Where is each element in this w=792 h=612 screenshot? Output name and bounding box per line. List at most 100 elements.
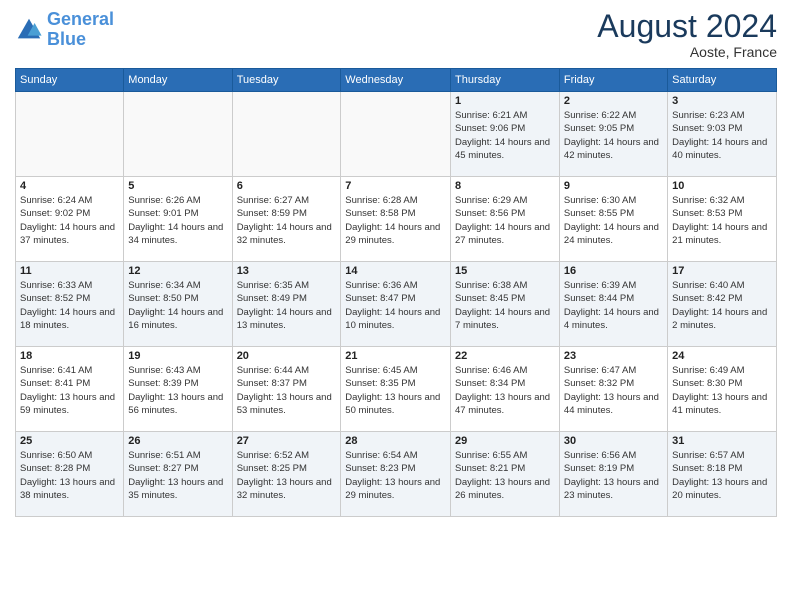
- day-number: 12: [128, 265, 227, 277]
- day-info: Sunrise: 6:29 AM Sunset: 8:56 PM Dayligh…: [455, 194, 555, 247]
- col-monday: Monday: [124, 69, 232, 92]
- title-area: August 2024 Aoste, France: [597, 10, 777, 60]
- page: General Blue August 2024 Aoste, France S…: [0, 0, 792, 527]
- day-number: 5: [128, 180, 227, 192]
- day-cell: 6 Sunrise: 6:27 AM Sunset: 8:59 PM Daylig…: [232, 177, 341, 262]
- day-cell: 31 Sunrise: 6:57 AM Sunset: 8:18 PM Dayli…: [668, 432, 777, 517]
- day-cell: 20 Sunrise: 6:44 AM Sunset: 8:37 PM Dayli…: [232, 347, 341, 432]
- day-cell: [16, 92, 124, 177]
- logo-blue: Blue: [47, 29, 86, 49]
- logo-icon: [15, 16, 43, 44]
- day-cell: [232, 92, 341, 177]
- day-cell: 9 Sunrise: 6:30 AM Sunset: 8:55 PM Daylig…: [559, 177, 667, 262]
- day-info: Sunrise: 6:34 AM Sunset: 8:50 PM Dayligh…: [128, 279, 227, 332]
- day-info: Sunrise: 6:23 AM Sunset: 9:03 PM Dayligh…: [672, 109, 772, 162]
- logo-general: General: [47, 9, 114, 29]
- day-number: 3: [672, 95, 772, 107]
- day-cell: 27Sunrise: 6:52 AM Sunset: 8:25 PM Dayli…: [232, 432, 341, 517]
- header: General Blue August 2024 Aoste, France: [15, 10, 777, 60]
- day-number: 14: [345, 265, 446, 277]
- day-info: Sunrise: 6:22 AM Sunset: 9:05 PM Dayligh…: [564, 109, 663, 162]
- day-number: 10: [672, 180, 772, 192]
- week-row-5: 25 Sunrise: 6:50 AM Sunset: 8:28 PM Dayli…: [16, 432, 777, 517]
- day-cell: [341, 92, 451, 177]
- day-cell: 21Sunrise: 6:45 AM Sunset: 8:35 PM Dayli…: [341, 347, 451, 432]
- day-info: Sunrise: 6:51 AM Sunset: 8:27 PM Dayligh…: [128, 449, 227, 502]
- col-friday: Friday: [559, 69, 667, 92]
- day-number: 18: [20, 350, 119, 362]
- day-number: 11: [20, 265, 119, 277]
- logo: General Blue: [15, 10, 114, 50]
- day-number: 30: [564, 435, 663, 447]
- day-cell: 10 Sunrise: 6:32 AM Sunset: 8:53 PM Dayli…: [668, 177, 777, 262]
- week-row-2: 4 Sunrise: 6:24 AM Sunset: 9:02 PM Daylig…: [16, 177, 777, 262]
- day-cell: 26 Sunrise: 6:51 AM Sunset: 8:27 PM Dayli…: [124, 432, 232, 517]
- day-number: 15: [455, 265, 555, 277]
- col-wednesday: Wednesday: [341, 69, 451, 92]
- day-cell: 1 Sunrise: 6:21 AM Sunset: 9:06 PM Daylig…: [451, 92, 560, 177]
- day-number: 31: [672, 435, 772, 447]
- day-cell: 4 Sunrise: 6:24 AM Sunset: 9:02 PM Daylig…: [16, 177, 124, 262]
- day-cell: 14 Sunrise: 6:36 AM Sunset: 8:47 PM Dayli…: [341, 262, 451, 347]
- day-number: 23: [564, 350, 663, 362]
- day-cell: 25 Sunrise: 6:50 AM Sunset: 8:28 PM Dayli…: [16, 432, 124, 517]
- day-info: Sunrise: 6:35 AM Sunset: 8:49 PM Dayligh…: [237, 279, 337, 332]
- day-cell: 3 Sunrise: 6:23 AM Sunset: 9:03 PM Daylig…: [668, 92, 777, 177]
- day-info: Sunrise: 6:52 AM Sunset: 8:25 PM Dayligh…: [237, 449, 337, 502]
- day-info: Sunrise: 6:43 AM Sunset: 8:39 PM Dayligh…: [128, 364, 227, 417]
- day-number: 24: [672, 350, 772, 362]
- day-number: 22: [455, 350, 555, 362]
- day-cell: 2Sunrise: 6:22 AM Sunset: 9:05 PM Daylig…: [559, 92, 667, 177]
- day-number: 19: [128, 350, 227, 362]
- day-info: Sunrise: 6:36 AM Sunset: 8:47 PM Dayligh…: [345, 279, 446, 332]
- day-info: Sunrise: 6:24 AM Sunset: 9:02 PM Dayligh…: [20, 194, 119, 247]
- day-number: 25: [20, 435, 119, 447]
- day-cell: 13 Sunrise: 6:35 AM Sunset: 8:49 PM Dayli…: [232, 262, 341, 347]
- day-info: Sunrise: 6:21 AM Sunset: 9:06 PM Dayligh…: [455, 109, 555, 162]
- day-cell: [124, 92, 232, 177]
- day-number: 9: [564, 180, 663, 192]
- day-info: Sunrise: 6:39 AM Sunset: 8:44 PM Dayligh…: [564, 279, 663, 332]
- week-row-1: 1 Sunrise: 6:21 AM Sunset: 9:06 PM Daylig…: [16, 92, 777, 177]
- day-cell: 17Sunrise: 6:40 AM Sunset: 8:42 PM Dayli…: [668, 262, 777, 347]
- day-number: 13: [237, 265, 337, 277]
- day-number: 28: [345, 435, 446, 447]
- day-info: Sunrise: 6:30 AM Sunset: 8:55 PM Dayligh…: [564, 194, 663, 247]
- day-info: Sunrise: 6:56 AM Sunset: 8:19 PM Dayligh…: [564, 449, 663, 502]
- day-info: Sunrise: 6:45 AM Sunset: 8:35 PM Dayligh…: [345, 364, 446, 417]
- col-tuesday: Tuesday: [232, 69, 341, 92]
- day-info: Sunrise: 6:50 AM Sunset: 8:28 PM Dayligh…: [20, 449, 119, 502]
- header-row: Sunday Monday Tuesday Wednesday Thursday…: [16, 69, 777, 92]
- week-row-4: 18 Sunrise: 6:41 AM Sunset: 8:41 PM Dayli…: [16, 347, 777, 432]
- day-cell: 28Sunrise: 6:54 AM Sunset: 8:23 PM Dayli…: [341, 432, 451, 517]
- col-sunday: Sunday: [16, 69, 124, 92]
- day-info: Sunrise: 6:38 AM Sunset: 8:45 PM Dayligh…: [455, 279, 555, 332]
- day-number: 1: [455, 95, 555, 107]
- day-info: Sunrise: 6:49 AM Sunset: 8:30 PM Dayligh…: [672, 364, 772, 417]
- day-cell: 15 Sunrise: 6:38 AM Sunset: 8:45 PM Dayli…: [451, 262, 560, 347]
- day-number: 20: [237, 350, 337, 362]
- day-number: 8: [455, 180, 555, 192]
- day-info: Sunrise: 6:44 AM Sunset: 8:37 PM Dayligh…: [237, 364, 337, 417]
- day-number: 17: [672, 265, 772, 277]
- day-cell: 18 Sunrise: 6:41 AM Sunset: 8:41 PM Dayli…: [16, 347, 124, 432]
- day-info: Sunrise: 6:41 AM Sunset: 8:41 PM Dayligh…: [20, 364, 119, 417]
- day-info: Sunrise: 6:57 AM Sunset: 8:18 PM Dayligh…: [672, 449, 772, 502]
- day-number: 26: [128, 435, 227, 447]
- day-number: 16: [564, 265, 663, 277]
- day-cell: 16 Sunrise: 6:39 AM Sunset: 8:44 PM Dayli…: [559, 262, 667, 347]
- week-row-3: 11Sunrise: 6:33 AM Sunset: 8:52 PM Dayli…: [16, 262, 777, 347]
- day-info: Sunrise: 6:27 AM Sunset: 8:59 PM Dayligh…: [237, 194, 337, 247]
- day-number: 6: [237, 180, 337, 192]
- day-number: 4: [20, 180, 119, 192]
- day-cell: 7Sunrise: 6:28 AM Sunset: 8:58 PM Daylig…: [341, 177, 451, 262]
- day-info: Sunrise: 6:26 AM Sunset: 9:01 PM Dayligh…: [128, 194, 227, 247]
- day-info: Sunrise: 6:32 AM Sunset: 8:53 PM Dayligh…: [672, 194, 772, 247]
- month-title: August 2024: [597, 10, 777, 42]
- day-info: Sunrise: 6:28 AM Sunset: 8:58 PM Dayligh…: [345, 194, 446, 247]
- day-cell: 24 Sunrise: 6:49 AM Sunset: 8:30 PM Dayli…: [668, 347, 777, 432]
- day-cell: 5 Sunrise: 6:26 AM Sunset: 9:01 PM Daylig…: [124, 177, 232, 262]
- day-cell: 30 Sunrise: 6:56 AM Sunset: 8:19 PM Dayli…: [559, 432, 667, 517]
- logo-text: General Blue: [47, 10, 114, 50]
- col-saturday: Saturday: [668, 69, 777, 92]
